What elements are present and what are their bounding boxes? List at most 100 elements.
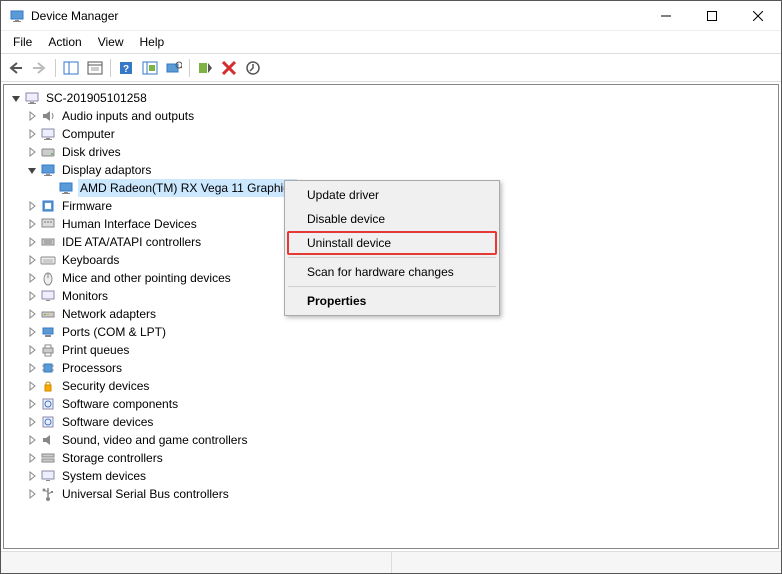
tree-device-label: AMD Radeon(TM) RX Vega 11 Graphics	[78, 179, 297, 197]
ctx-properties[interactable]: Properties	[287, 289, 497, 313]
expand-arrow-icon[interactable]	[24, 414, 40, 430]
computer-icon	[40, 126, 56, 142]
tree-category-label: Keyboards	[60, 251, 121, 269]
maximize-button[interactable]	[689, 1, 735, 31]
expand-arrow-icon[interactable]	[24, 450, 40, 466]
expand-arrow-icon[interactable]	[24, 162, 40, 178]
toolbar-divider	[110, 59, 111, 77]
tree-category-label: IDE ATA/ATAPI controllers	[60, 233, 203, 251]
ctx-disable-device[interactable]: Disable device	[287, 207, 497, 231]
ctx-separator	[288, 286, 496, 287]
tree-category[interactable]: Processors	[6, 359, 776, 377]
tree-category-label: Sound, video and game controllers	[60, 431, 249, 449]
window-title: Device Manager	[31, 9, 643, 23]
status-panel	[392, 552, 782, 573]
statusbar	[1, 551, 781, 573]
tree-category[interactable]: Disk drives	[6, 143, 776, 161]
expand-arrow-icon[interactable]	[24, 486, 40, 502]
tree-category-label: Firmware	[60, 197, 114, 215]
tree-category[interactable]: Storage controllers	[6, 449, 776, 467]
expand-arrow-icon[interactable]	[8, 90, 24, 106]
tree-category-label: Disk drives	[60, 143, 123, 161]
tree-category-label: Ports (COM & LPT)	[60, 323, 168, 341]
enable-button[interactable]	[194, 57, 216, 79]
scan-hardware-button[interactable]	[163, 57, 185, 79]
expand-arrow-icon[interactable]	[24, 126, 40, 142]
update-button[interactable]	[242, 57, 264, 79]
properties-button[interactable]	[84, 57, 106, 79]
expand-arrow-icon[interactable]	[24, 396, 40, 412]
status-panel	[1, 552, 392, 573]
port-icon	[40, 324, 56, 340]
tree-category[interactable]: Audio inputs and outputs	[6, 107, 776, 125]
expand-arrow-icon[interactable]	[24, 306, 40, 322]
expand-arrow-icon[interactable]	[24, 288, 40, 304]
tree-category-label: System devices	[60, 467, 148, 485]
expand-arrow-icon[interactable]	[24, 108, 40, 124]
tree-category[interactable]: Computer	[6, 125, 776, 143]
security-icon	[40, 378, 56, 394]
tree-category-label: Security devices	[60, 377, 151, 395]
expand-arrow-icon[interactable]	[24, 216, 40, 232]
hid-icon	[40, 216, 56, 232]
forward-button[interactable]	[29, 57, 51, 79]
expand-arrow-icon[interactable]	[24, 378, 40, 394]
svg-text:?: ?	[123, 64, 129, 75]
tree-category[interactable]: Display adaptors	[6, 161, 776, 179]
firmware-icon	[40, 198, 56, 214]
expand-arrow-icon[interactable]	[24, 234, 40, 250]
tree-category-label: Software components	[60, 395, 180, 413]
tree-category-label: Print queues	[60, 341, 131, 359]
scan-button[interactable]	[139, 57, 161, 79]
menu-help[interactable]: Help	[132, 33, 173, 51]
arrow-blank	[42, 180, 58, 196]
disk-icon	[40, 144, 56, 160]
tree-category-label: Universal Serial Bus controllers	[60, 485, 231, 503]
menu-file[interactable]: File	[5, 33, 40, 51]
ctx-update-driver[interactable]: Update driver	[287, 183, 497, 207]
monitor-icon	[40, 288, 56, 304]
back-button[interactable]	[5, 57, 27, 79]
expand-arrow-icon[interactable]	[24, 252, 40, 268]
expand-arrow-icon[interactable]	[24, 198, 40, 214]
computer-icon	[24, 90, 40, 106]
expand-arrow-icon[interactable]	[24, 324, 40, 340]
tree-category-label: Processors	[60, 359, 124, 377]
tree-root[interactable]: SC-201905101258	[6, 89, 776, 107]
tree-category[interactable]: Security devices	[6, 377, 776, 395]
ctx-scan-hardware[interactable]: Scan for hardware changes	[287, 260, 497, 284]
tree-category-label: Software devices	[60, 413, 155, 431]
tree-category[interactable]: Universal Serial Bus controllers	[6, 485, 776, 503]
expand-arrow-icon[interactable]	[24, 360, 40, 376]
expand-arrow-icon[interactable]	[24, 270, 40, 286]
tree-category[interactable]: Sound, video and game controllers	[6, 431, 776, 449]
display-icon	[58, 180, 74, 196]
software-icon	[40, 414, 56, 430]
audio-icon	[40, 108, 56, 124]
show-hide-tree-button[interactable]	[60, 57, 82, 79]
tree-category[interactable]: Print queues	[6, 341, 776, 359]
tree-category[interactable]: Ports (COM & LPT)	[6, 323, 776, 341]
uninstall-button[interactable]	[218, 57, 240, 79]
expand-arrow-icon[interactable]	[24, 342, 40, 358]
menu-view[interactable]: View	[90, 33, 132, 51]
expand-arrow-icon[interactable]	[24, 468, 40, 484]
help-button[interactable]: ?	[115, 57, 137, 79]
minimize-button[interactable]	[643, 1, 689, 31]
ctx-uninstall-device[interactable]: Uninstall device	[287, 231, 497, 255]
expand-arrow-icon[interactable]	[24, 432, 40, 448]
tree-category[interactable]: Software devices	[6, 413, 776, 431]
tree-category[interactable]: System devices	[6, 467, 776, 485]
tree-category-label: Mice and other pointing devices	[60, 269, 233, 287]
tree-category-label: Display adaptors	[60, 161, 153, 179]
tree-panel: SC-201905101258 Audio inputs and outputs…	[3, 84, 779, 549]
tree-root-label: SC-201905101258	[44, 89, 149, 107]
expand-arrow-icon[interactable]	[24, 144, 40, 160]
menu-action[interactable]: Action	[40, 33, 89, 51]
sound-icon	[40, 432, 56, 448]
tree-category[interactable]: Software components	[6, 395, 776, 413]
tree-category-label: Monitors	[60, 287, 110, 305]
cpu-icon	[40, 360, 56, 376]
close-button[interactable]	[735, 1, 781, 31]
system-icon	[40, 468, 56, 484]
